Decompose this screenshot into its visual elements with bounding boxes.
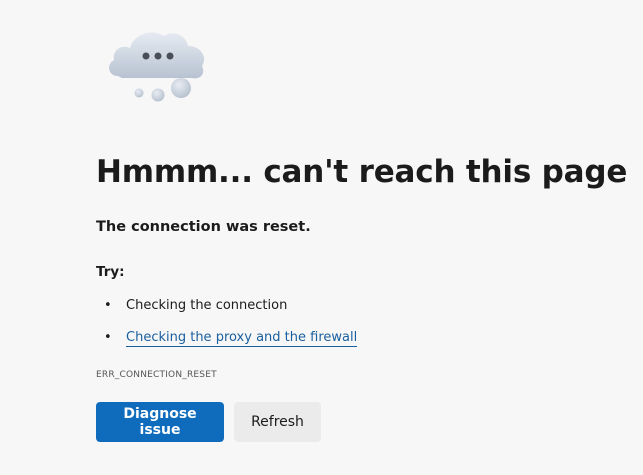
suggestion-check-connection: Checking the connection: [126, 298, 288, 313]
list-item: • Checking the proxy and the firewall: [104, 328, 358, 360]
error-page: Hmmm... can't reach this page The connec…: [0, 0, 643, 475]
error-code: ERR_CONNECTION_RESET: [96, 370, 217, 380]
refresh-button[interactable]: Refresh: [234, 402, 321, 442]
bullet-icon: •: [104, 298, 112, 313]
page-title: Hmmm... can't reach this page: [96, 154, 628, 190]
list-item: • Checking the connection: [104, 296, 357, 328]
proxy-firewall-link[interactable]: Checking the proxy and the firewall: [126, 330, 358, 347]
try-label: Try:: [96, 264, 125, 280]
error-subtitle: The connection was reset.: [96, 219, 311, 235]
cloud-thinking-icon: [109, 32, 205, 102]
diagnose-issue-button[interactable]: Diagnose issue: [96, 402, 224, 442]
bullet-icon: •: [104, 330, 112, 345]
suggestion-list: • Checking the connection • Checking the…: [104, 296, 358, 360]
